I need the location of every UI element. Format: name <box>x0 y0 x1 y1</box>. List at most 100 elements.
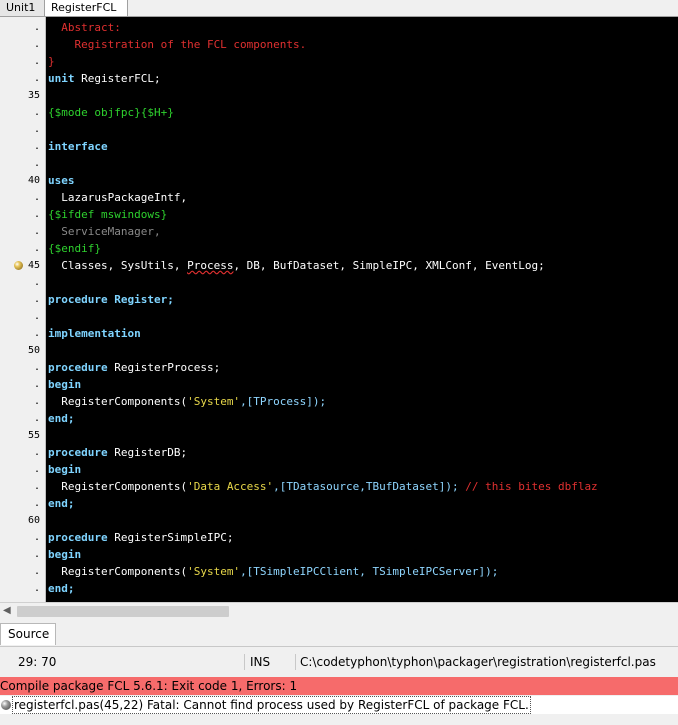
horizontal-scrollbar[interactable]: ◀ <box>0 602 678 619</box>
code-line[interactable]: . begin <box>0 376 678 393</box>
code-text[interactable]: procedure RegisterSimpleIPC; <box>48 529 233 546</box>
message-compile-error[interactable]: Compile package FCL 5.6.1: Exit code 1, … <box>0 677 678 695</box>
code-token: procedure <box>48 293 108 306</box>
code-line[interactable]: . end; <box>0 580 678 597</box>
code-token: begin <box>48 548 82 561</box>
code-line[interactable]: 55 <box>0 427 678 444</box>
scrollbar-thumb[interactable] <box>17 606 229 617</box>
code-token: Registration of the FCL components. <box>48 38 307 51</box>
line-number: . <box>33 56 40 67</box>
code-line[interactable]: 50 <box>0 342 678 359</box>
code-token: RegisterDB; <box>107 446 188 459</box>
code-line[interactable]: . begin <box>0 546 678 563</box>
line-number: . <box>33 124 40 135</box>
chevron-left-icon[interactable]: ◀ <box>3 605 11 617</box>
status-bar: 29: 70 INS C:\codetyphon\typhon\packager… <box>0 651 678 673</box>
code-token: } <box>48 55 55 68</box>
code-text[interactable]: RegisterComponents('Data Access',[TDatas… <box>48 478 598 495</box>
code-line[interactable]: 60 <box>0 512 678 529</box>
code-text[interactable]: begin <box>48 376 81 393</box>
code-text[interactable]: begin <box>48 546 81 563</box>
code-text[interactable]: procedure Register; <box>48 291 174 308</box>
code-text[interactable]: Classes, SysUtils, Process, DB, BufDatas… <box>48 257 545 274</box>
code-line[interactable]: .} <box>0 53 678 70</box>
code-line[interactable]: 40 uses <box>0 172 678 189</box>
tab-unit1[interactable]: Unit1 <box>0 0 46 16</box>
code-line[interactable]: . ServiceManager, <box>0 223 678 240</box>
line-number: . <box>33 549 40 560</box>
code-line[interactable]: 35 <box>0 87 678 104</box>
code-text[interactable]: Abstract: <box>48 19 121 36</box>
code-text[interactable]: Registration of the FCL components. <box>48 36 306 53</box>
code-line[interactable]: . LazarusPackageIntf, <box>0 189 678 206</box>
code-line[interactable]: 45 Classes, SysUtils, Process, DB, BufDa… <box>0 257 678 274</box>
code-line[interactable]: . procedure Register; <box>0 291 678 308</box>
code-line[interactable]: . implementation <box>0 325 678 342</box>
code-text[interactable]: unit RegisterFCL; <box>48 70 161 87</box>
code-token: end; <box>48 497 75 510</box>
code-token: , DB, BufDataset, SimpleIPC, XMLConf, Ev… <box>233 259 545 272</box>
code-line[interactable]: . {$mode objfpc}{$H+} <box>0 104 678 121</box>
line-number: . <box>33 481 40 492</box>
code-text[interactable]: end; <box>48 410 75 427</box>
line-number: . <box>33 362 40 373</box>
code-token: RegisterComponents( <box>48 565 188 578</box>
tab-source[interactable]: Source <box>0 623 56 645</box>
line-number: . <box>33 532 40 543</box>
message-fatal[interactable]: registerfcl.pas(45,22) Fatal: Cannot fin… <box>0 696 678 714</box>
code-line[interactable]: . {$endif} <box>0 240 678 257</box>
code-line[interactable]: . Abstract: <box>0 19 678 36</box>
code-line[interactable]: . RegisterComponents('Data Access',[TDat… <box>0 478 678 495</box>
code-token: // this bites dbflaz <box>458 480 598 493</box>
code-line[interactable]: . {$ifdef mswindows} <box>0 206 678 223</box>
code-line[interactable]: . RegisterComponents('System',[TSimpleIP… <box>0 563 678 580</box>
line-number: . <box>33 141 40 152</box>
code-text[interactable]: interface <box>48 138 108 155</box>
code-text[interactable]: end; <box>48 495 75 512</box>
code-text[interactable]: RegisterComponents('System',[TSimpleIPCC… <box>48 563 498 580</box>
code-line[interactable]: . procedure RegisterProcess; <box>0 359 678 376</box>
code-text[interactable]: procedure RegisterProcess; <box>48 359 220 376</box>
line-number: . <box>33 413 40 424</box>
code-lines[interactable]: . Abstract:. Registration of the FCL com… <box>0 19 678 597</box>
bookmark-icon[interactable] <box>14 261 23 270</box>
code-line[interactable]: . <box>0 274 678 291</box>
code-line[interactable]: . Registration of the FCL components. <box>0 36 678 53</box>
code-token: begin <box>48 378 82 391</box>
code-text[interactable]: begin <box>48 461 81 478</box>
code-line[interactable]: . unit RegisterFCL; <box>0 70 678 87</box>
code-token: ServiceManager, <box>48 225 161 238</box>
code-token: {$endif} <box>48 242 101 255</box>
tab-registerfcl[interactable]: RegisterFCL <box>44 0 128 16</box>
code-text[interactable]: uses <box>48 172 75 189</box>
source-editor[interactable]: . Abstract:. Registration of the FCL com… <box>0 17 678 602</box>
code-text[interactable]: {$ifdef mswindows} <box>48 206 167 223</box>
code-token: interface <box>48 140 108 153</box>
code-line[interactable]: . <box>0 308 678 325</box>
code-text[interactable]: ServiceManager, <box>48 223 161 240</box>
code-text[interactable]: procedure RegisterDB; <box>48 444 187 461</box>
line-number: . <box>33 22 40 33</box>
code-text[interactable]: {$endif} <box>48 240 101 257</box>
line-number: . <box>33 566 40 577</box>
code-text[interactable]: end; <box>48 580 75 597</box>
code-token: LazarusPackageIntf, <box>48 191 188 204</box>
code-token: 'System' <box>187 395 241 408</box>
code-text[interactable]: LazarusPackageIntf, <box>48 189 187 206</box>
code-line[interactable]: . interface <box>0 138 678 155</box>
code-text[interactable]: implementation <box>48 325 141 342</box>
code-text[interactable]: } <box>48 53 55 70</box>
code-line[interactable]: . end; <box>0 410 678 427</box>
line-number: . <box>33 277 40 288</box>
code-line[interactable]: . <box>0 121 678 138</box>
code-line[interactable]: . begin <box>0 461 678 478</box>
code-line[interactable]: . end; <box>0 495 678 512</box>
code-line[interactable]: . procedure RegisterSimpleIPC; <box>0 529 678 546</box>
code-line[interactable]: . RegisterComponents('System',[TProcess]… <box>0 393 678 410</box>
code-token: 'System' <box>187 565 241 578</box>
code-line[interactable]: . procedure RegisterDB; <box>0 444 678 461</box>
code-text[interactable]: RegisterComponents('System',[TProcess]); <box>48 393 326 410</box>
line-number: 60 <box>27 515 40 526</box>
code-line[interactable]: . <box>0 155 678 172</box>
code-text[interactable]: {$mode objfpc}{$H+} <box>48 104 174 121</box>
